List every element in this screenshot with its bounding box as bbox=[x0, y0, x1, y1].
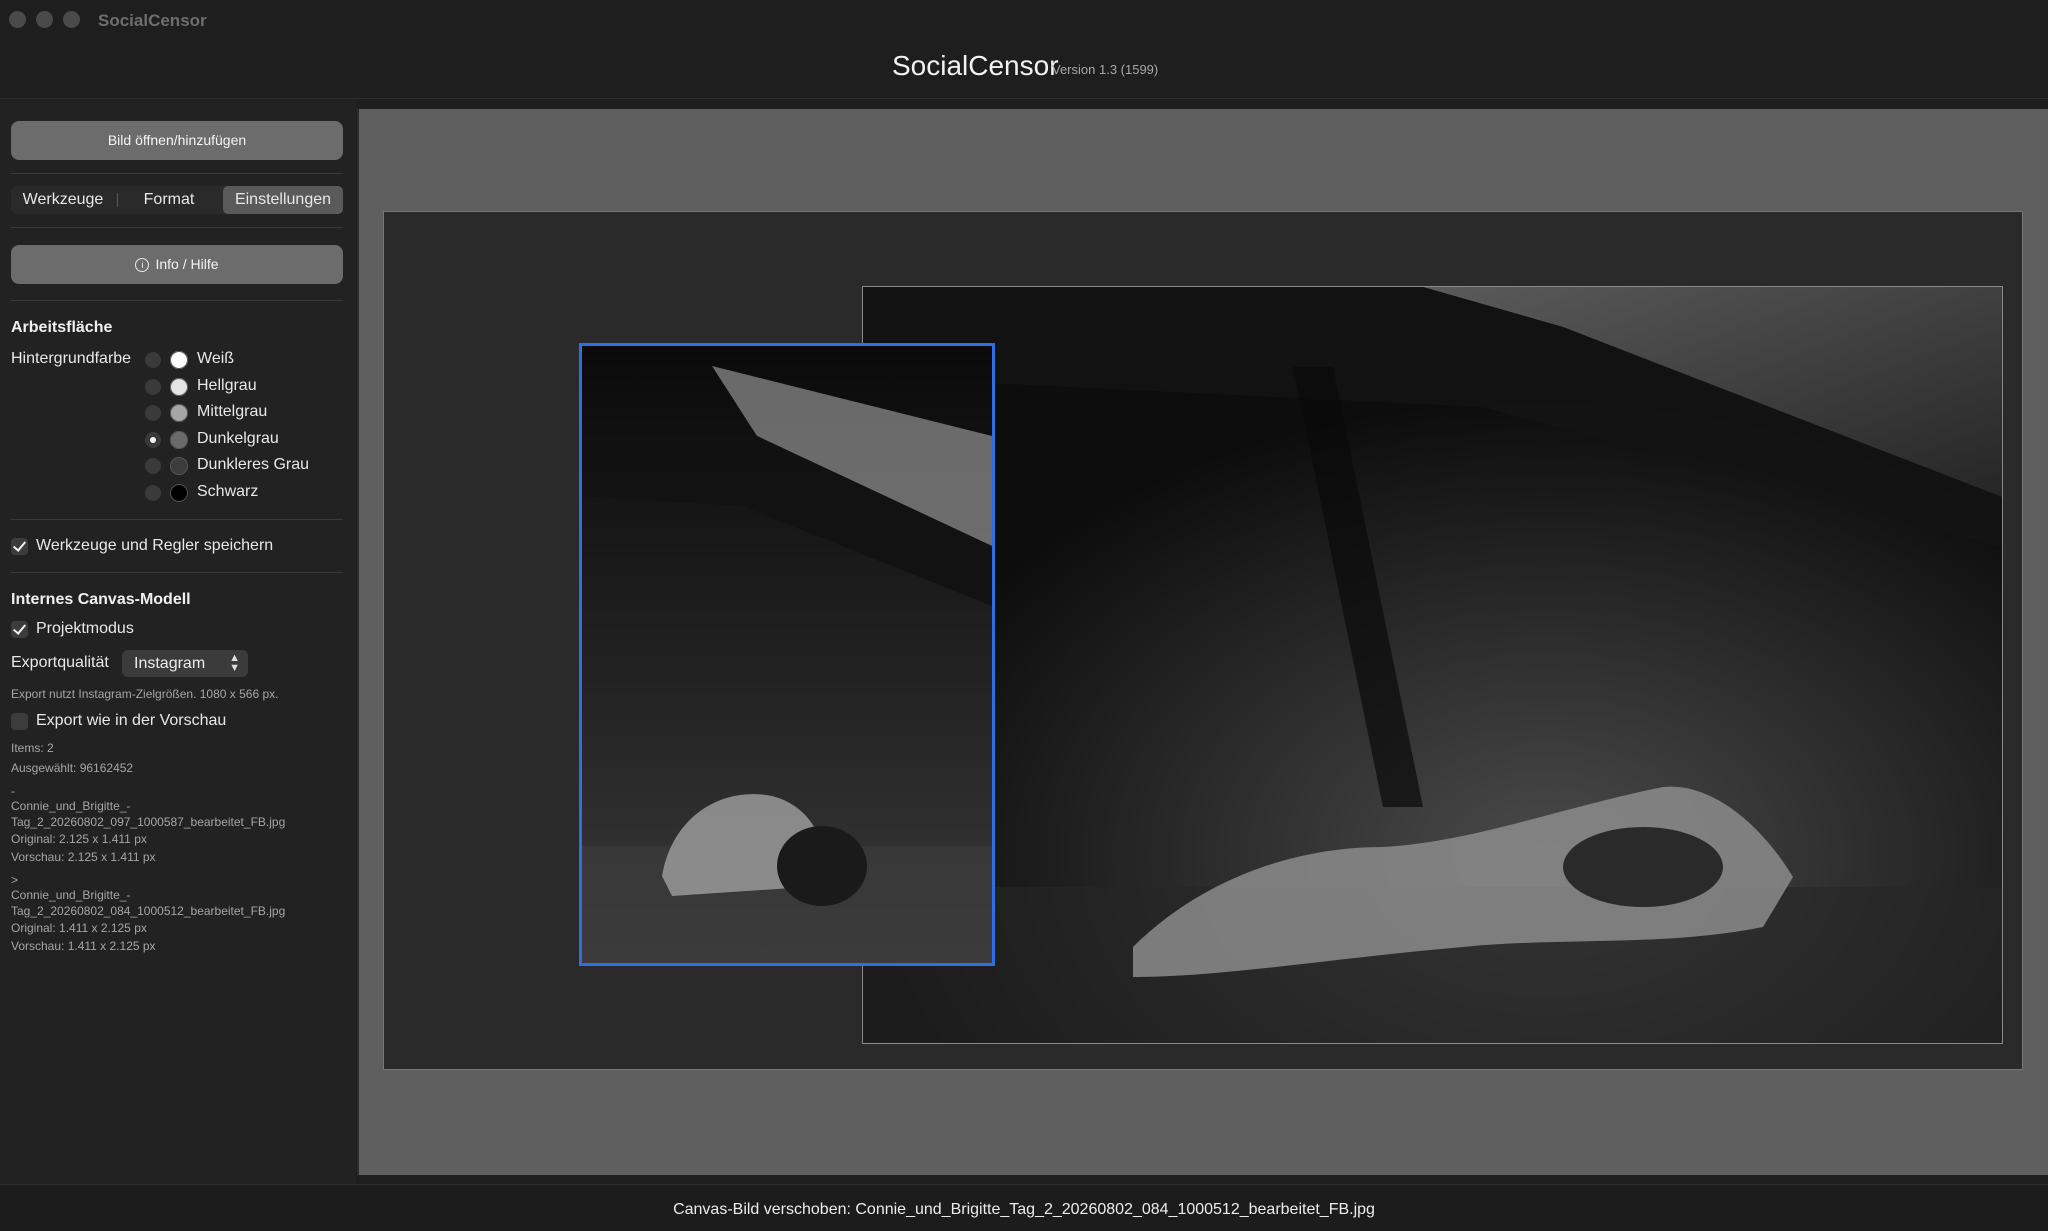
canvas-image-portrait-selected[interactable] bbox=[579, 343, 995, 966]
canvas-image-landscape[interactable] bbox=[862, 286, 2003, 1044]
app-version: Version 1.3 (1599) bbox=[1052, 62, 1159, 77]
minimize-window-button[interactable] bbox=[36, 11, 53, 28]
entry-marker: - bbox=[11, 784, 15, 798]
status-text: Canvas-Bild verschoben: Connie_und_Brigi… bbox=[673, 1201, 1375, 1218]
background-color-option-label: Weiß bbox=[197, 350, 235, 367]
export-quality-select[interactable]: Instagram ▲ ▼ bbox=[122, 650, 248, 677]
color-swatch bbox=[170, 377, 188, 396]
project-mode-checkbox[interactable] bbox=[11, 621, 28, 638]
background-color-label: Hintergrundfarbe bbox=[11, 350, 132, 367]
entry-original-size: Original: 2.125 x 1.411 px bbox=[11, 832, 147, 846]
background-color-radio[interactable] bbox=[145, 458, 161, 474]
save-tools-label: Werkzeuge und Regler speichern bbox=[36, 537, 274, 554]
divider bbox=[11, 572, 343, 573]
items-count: Items: 2 bbox=[11, 741, 54, 755]
open-image-button[interactable]: Bild öffnen/hinzufügen bbox=[11, 121, 343, 160]
color-swatch bbox=[170, 430, 188, 449]
close-window-button[interactable] bbox=[9, 11, 26, 28]
background-color-radio[interactable] bbox=[145, 431, 161, 448]
portrait-photo bbox=[582, 346, 992, 963]
color-swatch bbox=[170, 483, 188, 502]
app-name: SocialCensor bbox=[892, 50, 1059, 81]
workspace-title: Arbeitsfläche bbox=[11, 319, 113, 336]
background-color-radio[interactable] bbox=[145, 378, 161, 395]
tab-einstellungen[interactable]: Einstellungen bbox=[223, 186, 343, 214]
tab-werkzeuge[interactable]: Werkzeuge bbox=[11, 186, 115, 214]
info-help-button[interactable]: i Info / Hilfe bbox=[11, 245, 343, 284]
project-mode-label: Projektmodus bbox=[36, 620, 134, 637]
background-color-option-label: Dunkleres Grau bbox=[197, 456, 310, 473]
info-icon: i bbox=[135, 258, 150, 273]
info-help-label: Info / Hilfe bbox=[155, 256, 219, 272]
entry-name-line2: Tag_2_20260802_097_1000587_bearbeitet_FB… bbox=[11, 815, 286, 829]
export-quality-value: Instagram bbox=[134, 655, 206, 672]
entry-name-line1: Connie_und_Brigitte_- bbox=[11, 888, 131, 902]
status-bar: Canvas-Bild verschoben: Connie_und_Brigi… bbox=[0, 1184, 2048, 1231]
divider bbox=[11, 227, 343, 228]
background-color-option-label: Mittelgrau bbox=[197, 403, 268, 420]
zoom-window-button[interactable] bbox=[63, 11, 80, 28]
background-color-option-label: Hellgrau bbox=[197, 376, 257, 394]
background-color-radio[interactable] bbox=[145, 405, 161, 421]
landscape-photo bbox=[863, 287, 2002, 1043]
app-header: SocialCensor Version 1.3 (1599) bbox=[0, 40, 2048, 99]
export-as-preview-checkbox[interactable] bbox=[11, 713, 28, 730]
color-swatch bbox=[170, 351, 188, 369]
divider bbox=[11, 519, 343, 520]
entry-original-size: Original: 1.411 x 2.125 px bbox=[11, 921, 147, 935]
background-color-radio[interactable] bbox=[145, 484, 161, 501]
background-color-radio[interactable] bbox=[145, 352, 161, 368]
window-title: SocialCensor bbox=[98, 11, 207, 30]
selected-id: Ausgewählt: 96162452 bbox=[11, 761, 134, 775]
export-quality-label: Exportqualität bbox=[11, 654, 109, 671]
sidebar: Bild öffnen/hinzufügen Werkzeuge Format … bbox=[0, 99, 356, 1184]
background-color-option-label: Dunkelgrau bbox=[197, 429, 279, 447]
entry-preview-size: Vorschau: 1.411 x 2.125 px bbox=[11, 939, 156, 953]
entry-preview-size: Vorschau: 2.125 x 1.411 px bbox=[11, 850, 156, 864]
export-note: Export nutzt Instagram-Zielgrößen. 1080 … bbox=[11, 687, 279, 701]
background-color-option-label: Schwarz bbox=[197, 482, 259, 500]
color-swatch bbox=[170, 404, 188, 422]
entry-name-line1: Connie_und_Brigitte_- bbox=[11, 799, 131, 813]
divider bbox=[11, 300, 343, 301]
divider bbox=[11, 173, 343, 174]
entry-name-line2: Tag_2_20260802_084_1000512_bearbeitet_FB… bbox=[11, 904, 286, 918]
title-bar: SocialCensor bbox=[0, 0, 2048, 40]
app-window: SocialCensor SocialCensor Version 1.3 (1… bbox=[0, 0, 2048, 1231]
export-as-preview-label: Export wie in der Vorschau bbox=[36, 712, 227, 729]
entry-marker: > bbox=[11, 873, 19, 887]
color-swatch bbox=[170, 457, 188, 475]
tab-format[interactable]: Format bbox=[117, 186, 221, 214]
save-tools-checkbox[interactable] bbox=[11, 538, 28, 555]
canvas-model-title: Internes Canvas-Modell bbox=[11, 591, 191, 608]
chevron-updown-icon: ▲ ▼ bbox=[229, 652, 240, 674]
sidebar-tabs: Werkzeuge Format Einstellungen bbox=[11, 186, 343, 214]
